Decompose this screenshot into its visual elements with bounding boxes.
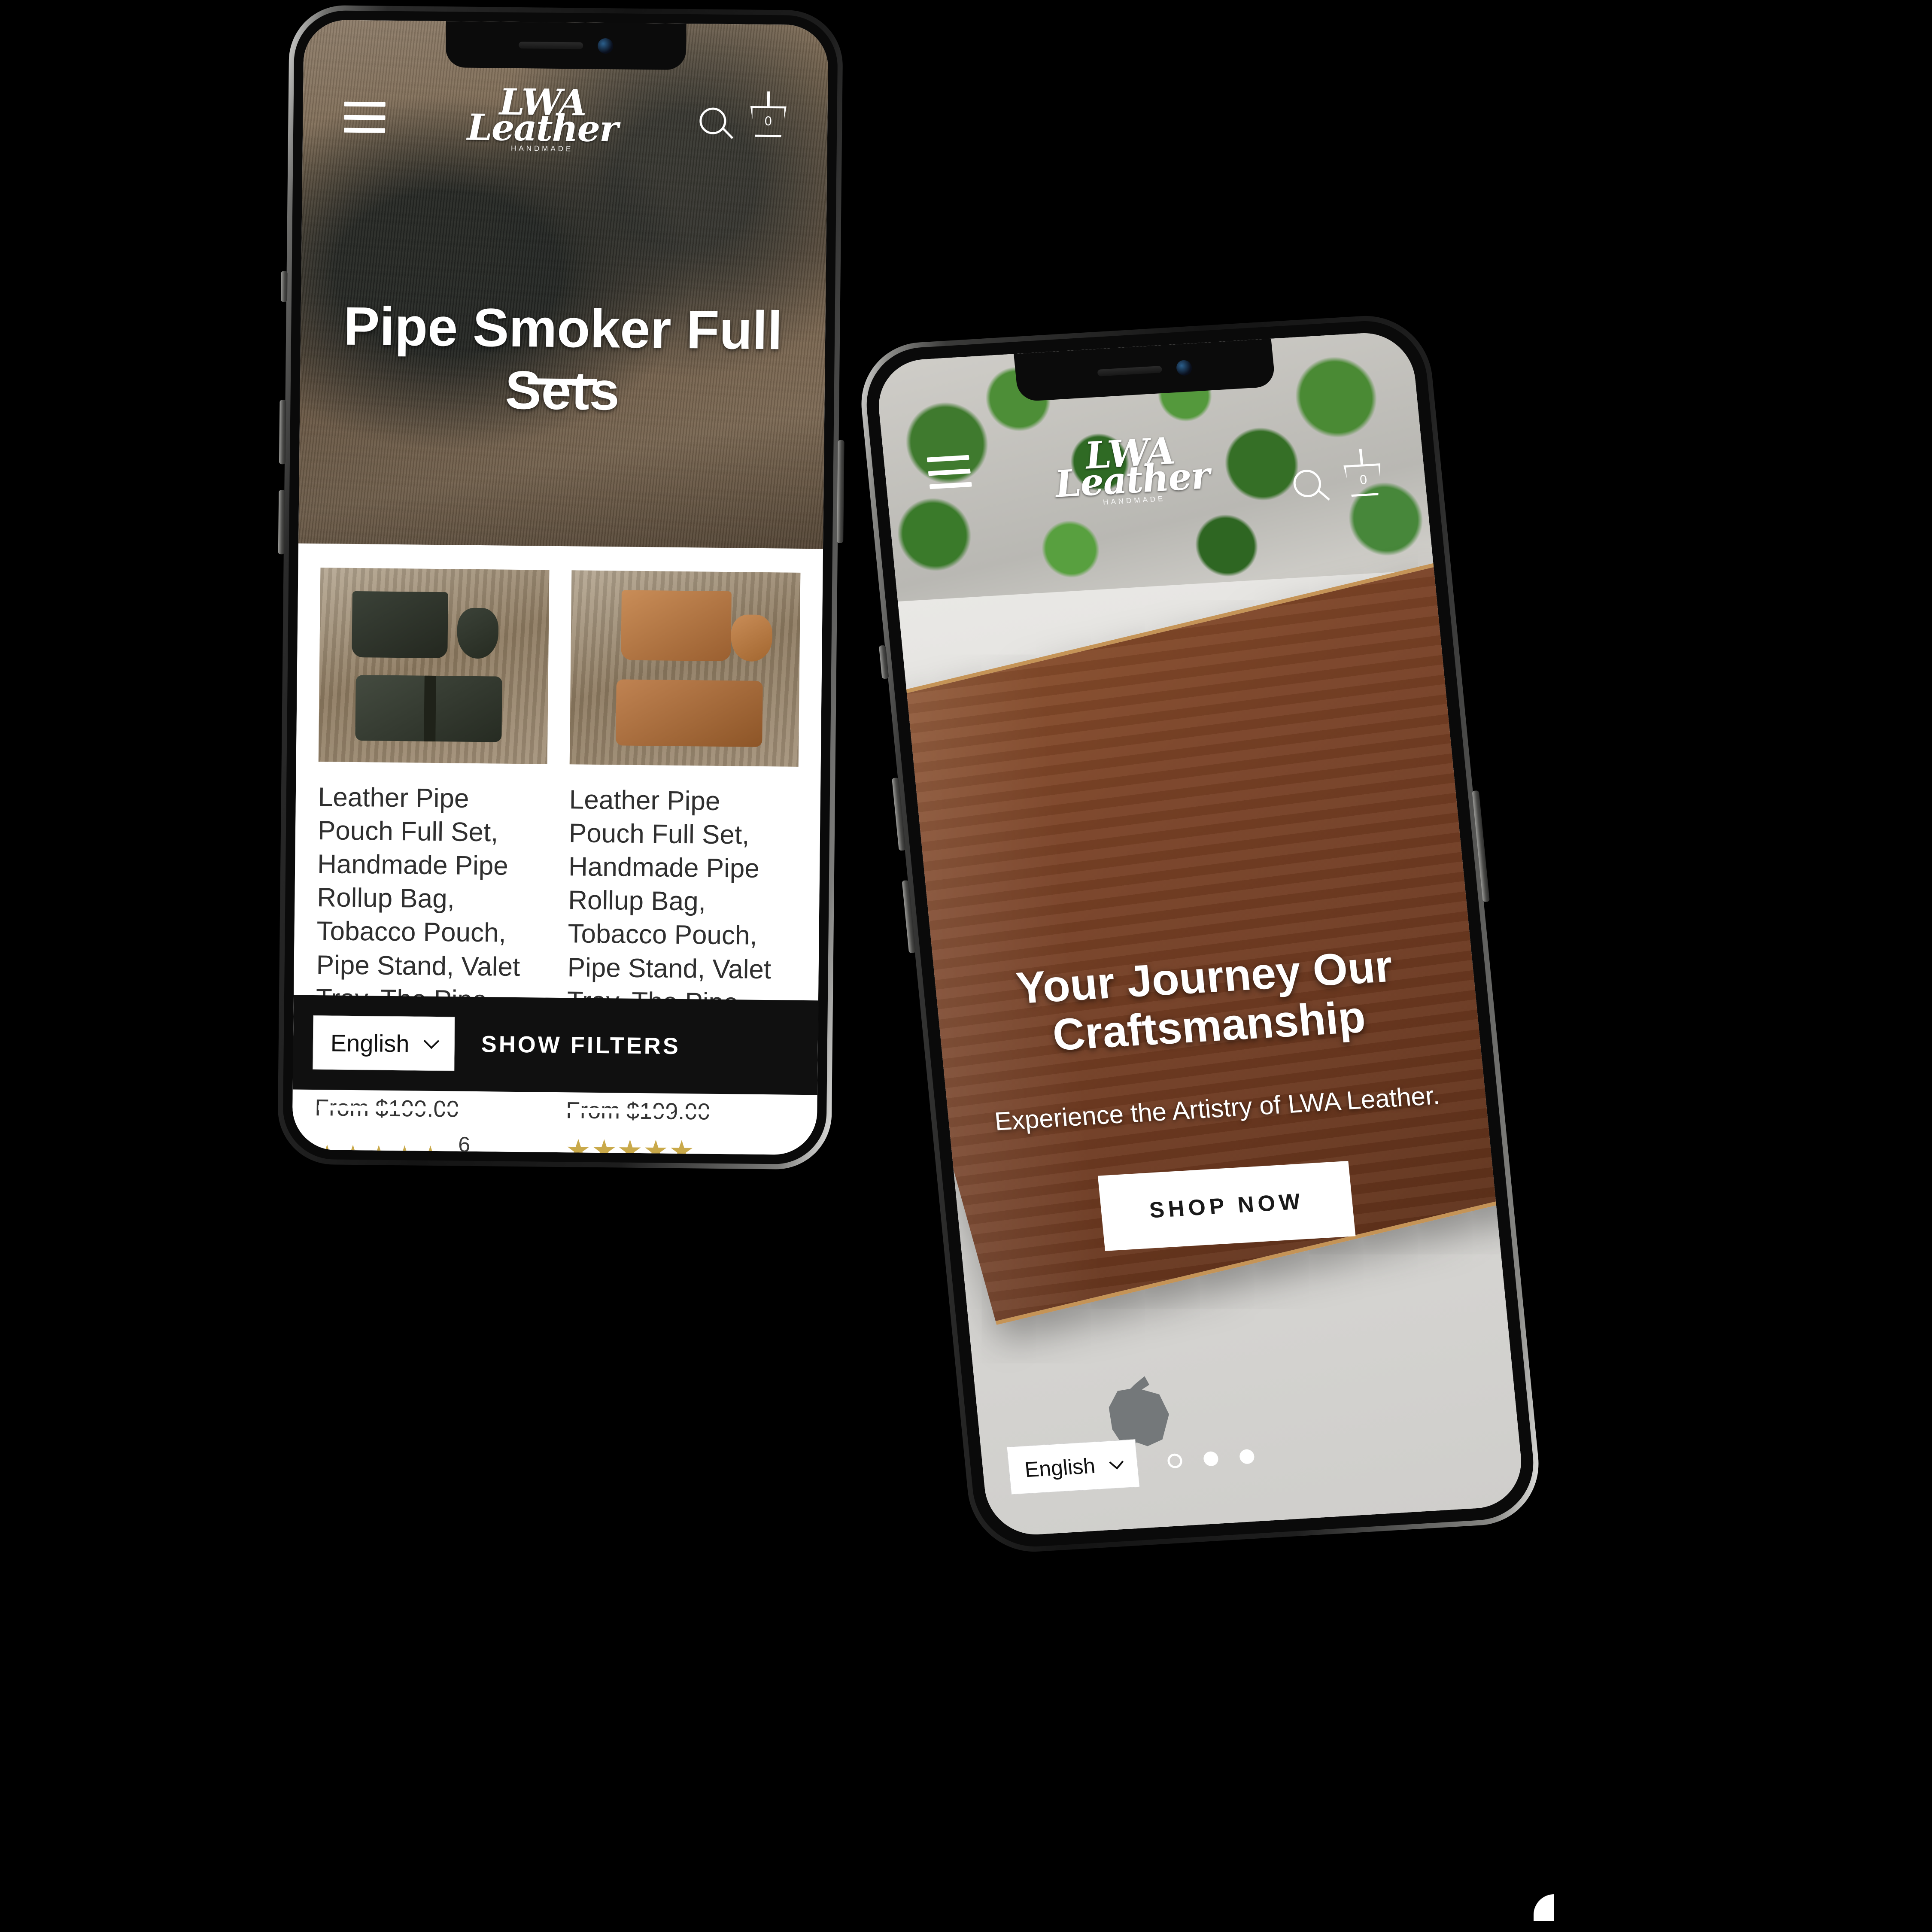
product-image[interactable]: [318, 568, 550, 764]
front-header-actions: 0: [1292, 449, 1383, 501]
back-header: LWA Leather HANDMADE 0: [303, 80, 828, 155]
cart-icon[interactable]: 0: [750, 91, 787, 137]
collection-hero: LWA Leather HANDMADE 0 Pipe Smoker Full …: [298, 19, 829, 549]
power-button[interactable]: [837, 440, 844, 543]
front-camera: [598, 38, 614, 54]
volume-down-button[interactable]: [278, 490, 286, 555]
star-rating-icon: ★★★★★: [565, 1133, 695, 1155]
language-label: English: [330, 1029, 410, 1057]
language-selector[interactable]: English: [1006, 1439, 1140, 1495]
title-underline: [528, 378, 597, 385]
hero-subheading: Experience the Artistry of LWA Leather.: [993, 1081, 1441, 1136]
volume-up-button[interactable]: [279, 400, 286, 465]
front-camera: [1176, 359, 1193, 376]
cart-count: 0: [750, 106, 787, 137]
cart-icon[interactable]: 0: [1343, 449, 1383, 497]
mute-switch[interactable]: [280, 271, 288, 302]
hamburger-menu-icon[interactable]: [344, 102, 386, 134]
brand-line2: Leather: [467, 106, 618, 150]
mockup-stage: LWA Leather HANDMADE 0 Pipe Smoker Full …: [0, 0, 1932, 1932]
front-phone-screen: LWA Leather HANDMADE 0 Your Journey Our …: [874, 330, 1526, 1537]
hero-copy: Your Journey Our Craftsmanship Experienc…: [934, 937, 1498, 1260]
brand-logo[interactable]: LWA Leather HANDMADE: [1051, 429, 1212, 509]
carousel-dots: [1166, 1449, 1255, 1469]
chevron-down-icon: [1109, 1455, 1124, 1470]
search-icon[interactable]: [1292, 469, 1330, 501]
brand-tagline: HANDMADE: [510, 144, 574, 153]
show-filters-button[interactable]: SHOW FILTERS: [481, 1031, 681, 1060]
front-phone-mockup: LWA Leather HANDMADE 0 Your Journey Our …: [855, 312, 1545, 1555]
carousel-dot-active[interactable]: [1166, 1453, 1183, 1469]
language-selector[interactable]: English: [313, 1015, 455, 1071]
shop-now-button[interactable]: SHOP NOW: [1097, 1160, 1356, 1251]
earpiece-speaker: [1097, 365, 1163, 377]
hamburger-menu-icon[interactable]: [927, 455, 972, 489]
collection-title: Pipe Smoker Full Sets: [343, 295, 783, 422]
search-icon[interactable]: [699, 107, 734, 140]
decor-corner-bottom-right: [1534, 1894, 1554, 1921]
filter-bar: English SHOW FILTERS: [292, 995, 818, 1095]
language-label: English: [1024, 1453, 1097, 1482]
home-hero: [874, 330, 1526, 1537]
device-notch: [445, 21, 687, 70]
earpiece-speaker: [519, 41, 583, 49]
chevron-down-icon: [423, 1033, 440, 1049]
carousel-dot[interactable]: [1239, 1449, 1255, 1464]
brand-logo[interactable]: LWA Leather HANDMADE: [467, 80, 618, 153]
back-header-actions: 0: [699, 91, 787, 140]
carousel-dot[interactable]: [1203, 1451, 1219, 1467]
product-rating: ★★★★★: [565, 1133, 795, 1155]
cart-count: 0: [1343, 463, 1383, 497]
product-image[interactable]: [569, 570, 801, 767]
back-phone-screen: LWA Leather HANDMADE 0 Pipe Smoker Full …: [292, 19, 829, 1155]
back-phone-mockup: LWA Leather HANDMADE 0 Pipe Smoker Full …: [277, 5, 844, 1170]
